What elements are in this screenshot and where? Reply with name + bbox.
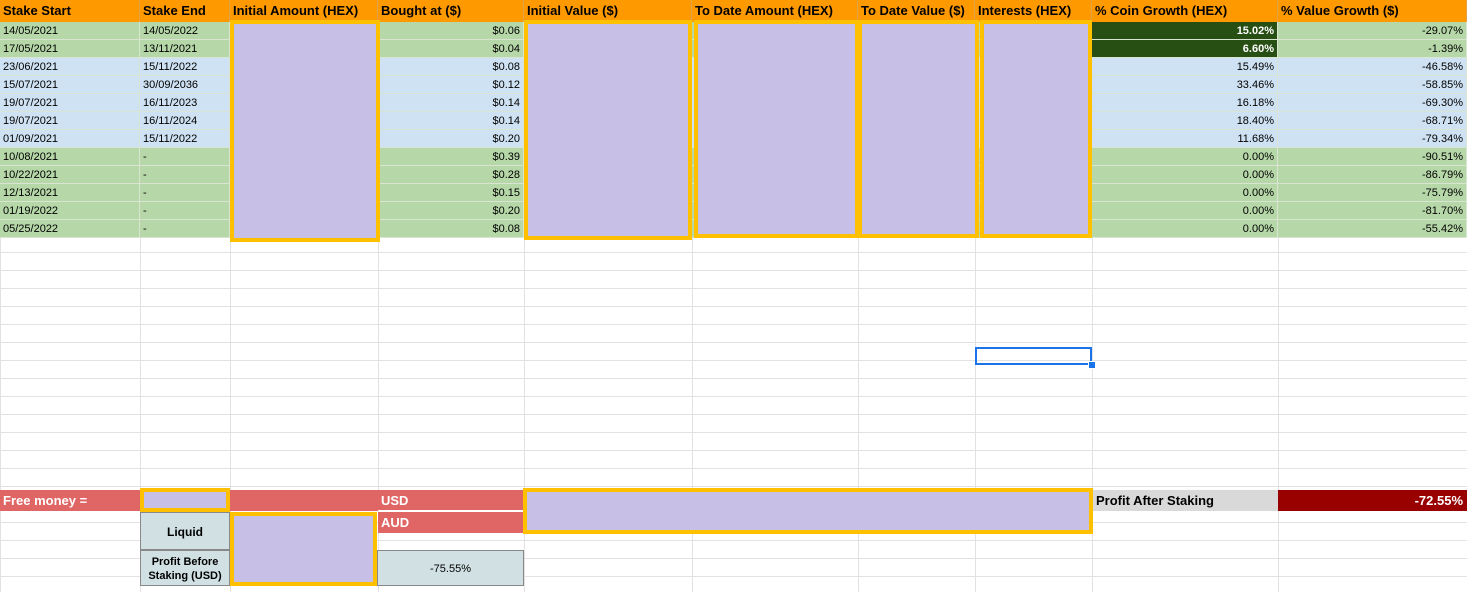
table-cell[interactable]: -68.71%	[1278, 112, 1467, 130]
table-cell[interactable]: $0.06	[378, 22, 524, 40]
table-cell[interactable]: 12/13/2021	[0, 184, 140, 202]
table-cell[interactable]: $0.04	[378, 40, 524, 58]
redacted-free-money-value	[140, 488, 230, 512]
table-cell[interactable]: 16/11/2023	[140, 94, 230, 112]
table-cell[interactable]: -81.70%	[1278, 202, 1467, 220]
table-cell[interactable]: 0.00%	[1092, 148, 1278, 166]
table-cell[interactable]: $0.08	[378, 220, 524, 238]
table-cell[interactable]: 30/09/2036	[140, 76, 230, 94]
table-cell[interactable]: -86.79%	[1278, 166, 1467, 184]
table-cell[interactable]: -55.42%	[1278, 220, 1467, 238]
table-cell[interactable]: $0.20	[378, 202, 524, 220]
table-cell[interactable]: 10/08/2021	[0, 148, 140, 166]
profit-before-label: Profit Before Staking (USD)	[140, 550, 230, 586]
column-header[interactable]: % Value Growth ($)	[1278, 0, 1467, 22]
table-cell[interactable]: 0.00%	[1092, 220, 1278, 238]
table-cell[interactable]: -29.07%	[1278, 22, 1467, 40]
table-cell[interactable]: $0.12	[378, 76, 524, 94]
redacted-to-date-amount	[694, 20, 859, 238]
liquid-label: Liquid	[140, 512, 230, 550]
table-cell[interactable]: $0.20	[378, 130, 524, 148]
table-cell[interactable]: 05/25/2022	[0, 220, 140, 238]
table-cell[interactable]: -	[140, 202, 230, 220]
table-cell[interactable]: 10/22/2021	[0, 166, 140, 184]
table-cell[interactable]: 15.49%	[1092, 58, 1278, 76]
column-header[interactable]: % Coin Growth (HEX)	[1092, 0, 1278, 22]
column-header[interactable]: Initial Value ($)	[524, 0, 692, 22]
table-cell[interactable]: 0.00%	[1092, 166, 1278, 184]
column-header[interactable]: Interests (HEX)	[975, 0, 1092, 22]
table-cell[interactable]: 15/07/2021	[0, 76, 140, 94]
table-cell[interactable]: -	[140, 184, 230, 202]
redacted-initial-value	[524, 20, 692, 240]
profit-after-value: -72.55%	[1278, 490, 1467, 511]
table-cell[interactable]: -46.58%	[1278, 58, 1467, 76]
table-cell[interactable]: -79.34%	[1278, 130, 1467, 148]
profit-before-value: -75.55%	[377, 550, 524, 586]
aud-label: AUD	[378, 512, 524, 533]
table-cell[interactable]: 16/11/2024	[140, 112, 230, 130]
fill-handle[interactable]	[1088, 361, 1096, 369]
table-cell[interactable]: $0.15	[378, 184, 524, 202]
free-money-blank	[230, 490, 378, 511]
column-header[interactable]: To Date Amount (HEX)	[692, 0, 858, 22]
table-cell[interactable]: 13/11/2021	[140, 40, 230, 58]
redacted-initial-amount	[230, 20, 380, 242]
table-cell[interactable]: 14/05/2021	[0, 22, 140, 40]
profit-after-label: Profit After Staking	[1093, 490, 1278, 511]
table-cell[interactable]: $0.08	[378, 58, 524, 76]
selected-cell[interactable]	[975, 347, 1092, 365]
table-cell[interactable]: 19/07/2021	[0, 94, 140, 112]
table-cell[interactable]: 15/11/2022	[140, 130, 230, 148]
table-cell[interactable]: -69.30%	[1278, 94, 1467, 112]
table-cell[interactable]: -58.85%	[1278, 76, 1467, 94]
table-cell[interactable]: -75.79%	[1278, 184, 1467, 202]
table-cell[interactable]: $0.14	[378, 112, 524, 130]
table-cell[interactable]: 01/09/2021	[0, 130, 140, 148]
redacted-liquid-value	[230, 512, 377, 586]
table-cell[interactable]: 17/05/2021	[0, 40, 140, 58]
table-cell[interactable]: $0.14	[378, 94, 524, 112]
column-header[interactable]: Stake End	[140, 0, 230, 22]
table-cell[interactable]: 16.18%	[1092, 94, 1278, 112]
column-header[interactable]: Initial Amount (HEX)	[230, 0, 378, 22]
column-header[interactable]: Stake Start	[0, 0, 140, 22]
table-cell[interactable]: -	[140, 148, 230, 166]
table-cell[interactable]: 0.00%	[1092, 184, 1278, 202]
table-cell[interactable]: 15.02%	[1092, 22, 1278, 40]
table-cell[interactable]: -90.51%	[1278, 148, 1467, 166]
column-header[interactable]: To Date Value ($)	[858, 0, 975, 22]
redacted-currency-values	[523, 488, 1093, 534]
table-cell[interactable]: $0.39	[378, 148, 524, 166]
table-cell[interactable]: 18.40%	[1092, 112, 1278, 130]
table-cell[interactable]: 15/11/2022	[140, 58, 230, 76]
table-cell[interactable]: 33.46%	[1092, 76, 1278, 94]
table-cell[interactable]: 19/07/2021	[0, 112, 140, 130]
table-cell[interactable]: 11.68%	[1092, 130, 1278, 148]
table-cell[interactable]: 6.60%	[1092, 40, 1278, 58]
table-cell[interactable]: 01/19/2022	[0, 202, 140, 220]
table-cell[interactable]: 14/05/2022	[140, 22, 230, 40]
column-header[interactable]: Bought at ($)	[378, 0, 524, 22]
redacted-interests	[980, 20, 1092, 238]
table-cell[interactable]: 0.00%	[1092, 202, 1278, 220]
table-cell[interactable]: -	[140, 166, 230, 184]
table-cell[interactable]: 23/06/2021	[0, 58, 140, 76]
table-cell[interactable]: -	[140, 220, 230, 238]
table-cell[interactable]: $0.28	[378, 166, 524, 184]
redacted-to-date-value	[858, 20, 979, 238]
table-cell[interactable]: -1.39%	[1278, 40, 1467, 58]
usd-label: USD	[378, 490, 524, 511]
free-money-label: Free money =	[0, 490, 140, 511]
